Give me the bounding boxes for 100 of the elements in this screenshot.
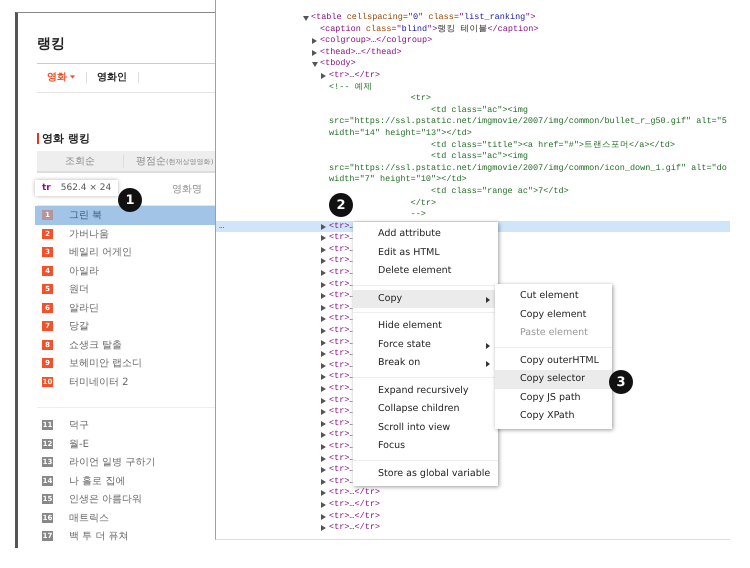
- movie-title[interactable]: 알라딘: [69, 300, 99, 315]
- submenu-arrow-icon: [486, 296, 490, 302]
- movie-title[interactable]: 월-E: [69, 436, 89, 451]
- menu-item[interactable]: Cut element: [495, 287, 612, 306]
- expand-triangle-icon[interactable]: [321, 235, 326, 242]
- code-comment: -->: [410, 209, 426, 220]
- code-comment: <td class="range ac">7</td>: [431, 186, 569, 196]
- movie-title[interactable]: 라이언 일병 구하기: [69, 455, 156, 470]
- expand-triangle-icon[interactable]: [312, 62, 318, 68]
- expand-triangle-icon[interactable]: [321, 304, 326, 311]
- expand-triangle-icon[interactable]: [321, 467, 326, 474]
- expand-triangle-icon[interactable]: [321, 420, 326, 427]
- more-dots[interactable]: …: [219, 220, 224, 232]
- menu-item[interactable]: Force state: [353, 336, 498, 354]
- code-comment: <td class="ac"><img: [431, 151, 528, 162]
- menu-item[interactable]: Copy: [353, 290, 498, 308]
- column-header: 영화명: [172, 183, 202, 196]
- expand-triangle-icon[interactable]: [321, 293, 326, 300]
- expand-triangle-icon[interactable]: [321, 374, 326, 380]
- movie-title[interactable]: 백 투 더 퓨쳐: [69, 529, 129, 544]
- code-line: <tr>…</tr>: [329, 510, 380, 521]
- expand-triangle-icon[interactable]: [321, 224, 326, 230]
- menu-item[interactable]: Scroll into view: [353, 418, 498, 437]
- category-tab[interactable]: 영화: [37, 70, 78, 84]
- expand-triangle-icon[interactable]: [312, 38, 317, 44]
- expand-triangle-icon[interactable]: [321, 456, 326, 462]
- menu-item[interactable]: Focus: [353, 437, 498, 456]
- section-title: 영화 랭킹: [42, 131, 90, 146]
- movie-title[interactable]: 베일리 어게인: [69, 245, 132, 260]
- menu-item[interactable]: Expand recursively: [353, 382, 498, 400]
- code-comment: width="14" height="13"></td>: [329, 128, 472, 138]
- code-line: <tr>…</tr>: [329, 522, 380, 532]
- expand-triangle-icon[interactable]: [321, 514, 326, 520]
- movie-title[interactable]: 쇼생크 탈출: [69, 338, 122, 352]
- movie-title[interactable]: 아일라: [69, 264, 99, 278]
- code-comment: <td class="title"><a href="#">트랜스포머</a></td>: [431, 140, 675, 150]
- code-comment: width="7" height="10"></td>: [329, 174, 467, 184]
- movie-title[interactable]: 보헤미안 랩소디: [69, 356, 142, 370]
- code-line: <tr>…</tr>: [329, 498, 380, 509]
- submenu-arrow-icon: [486, 361, 490, 367]
- page-title: 랭킹: [37, 35, 65, 53]
- code-line: <caption class="blind">랭킹 테이블</caption>: [320, 24, 538, 34]
- expand-triangle-icon[interactable]: [321, 409, 326, 416]
- expand-triangle-icon[interactable]: [321, 270, 326, 276]
- movie-title[interactable]: 덕구: [69, 418, 89, 432]
- expand-triangle-icon[interactable]: [321, 386, 326, 392]
- expand-triangle-icon[interactable]: [321, 432, 326, 438]
- step-number-badge: 2: [329, 193, 353, 217]
- menu-item[interactable]: Copy XPath: [495, 407, 612, 426]
- expand-triangle-icon[interactable]: [321, 362, 326, 369]
- movie-title[interactable]: 터미네이터 2: [69, 374, 129, 389]
- code-comment: <td class="ac"><img: [431, 104, 528, 115]
- expand-triangle-icon[interactable]: [321, 328, 326, 334]
- code-line: <tr>…</tr>: [329, 487, 380, 498]
- sort-tab[interactable]: 조회순: [37, 154, 124, 168]
- menu-item[interactable]: Collapse children: [353, 400, 498, 418]
- category-tab[interactable]: 영화인: [87, 70, 130, 84]
- movie-title[interactable]: 인생은 아름다워: [69, 492, 142, 506]
- expand-triangle-icon[interactable]: [321, 444, 326, 450]
- movie-title[interactable]: 매트릭스: [69, 510, 109, 525]
- menu-item[interactable]: Add attribute: [353, 225, 498, 244]
- expand-triangle-icon[interactable]: [321, 502, 326, 508]
- element-tooltip: tr 562.4 × 24: [35, 180, 118, 196]
- movie-title[interactable]: 그린 북: [69, 208, 102, 222]
- menu-item[interactable]: Copy JS path: [495, 388, 612, 407]
- code-comment: <!-- 예제: [329, 82, 373, 92]
- expand-triangle-icon[interactable]: [321, 246, 326, 253]
- expand-triangle-icon[interactable]: [321, 72, 326, 79]
- menu-item[interactable]: Hide element: [353, 317, 498, 336]
- movie-title[interactable]: 나 홀로 집에: [69, 474, 126, 488]
- code-comment: src="https://ssl.pstatic.net/imgmovie/2007/img/common/bullet_r_g50.gif" alt="5: [329, 116, 727, 126]
- code-line: <colgroup>…</colgroup>: [320, 35, 432, 46]
- step-number-badge: 3: [609, 370, 633, 394]
- movie-title[interactable]: 원더: [69, 282, 89, 296]
- code-line: <table cellspacing="0" class="list_ranking">: [311, 12, 536, 22]
- movie-title[interactable]: 가버나움: [69, 226, 109, 241]
- menu-item[interactable]: Edit as HTML: [353, 244, 498, 262]
- code-line: <tr>…</tr>: [329, 70, 380, 80]
- expand-triangle-icon[interactable]: [321, 525, 326, 532]
- step-number-badge: 1: [118, 188, 142, 212]
- expand-triangle-icon[interactable]: [312, 50, 317, 56]
- expand-triangle-icon[interactable]: [321, 490, 326, 496]
- menu-item[interactable]: Copy outerHTML: [495, 352, 612, 370]
- code-comment: src="https://ssl.pstatic.net/imgmovie/2007/img/common/icon_down_1.gif" alt="do: [329, 162, 727, 173]
- expand-triangle-icon[interactable]: [321, 316, 326, 322]
- expand-triangle-icon[interactable]: [321, 258, 326, 264]
- code-line: <thead>…</thead>: [320, 46, 402, 57]
- menu-item[interactable]: Copy selector: [495, 370, 612, 388]
- expand-triangle-icon[interactable]: [321, 398, 326, 404]
- expand-triangle-icon[interactable]: [321, 282, 326, 288]
- expand-triangle-icon[interactable]: [303, 16, 309, 21]
- movie-title[interactable]: 당갈: [69, 319, 89, 334]
- code-comment: </tr>: [410, 198, 436, 208]
- expand-triangle-icon[interactable]: [321, 478, 326, 485]
- menu-item[interactable]: Break on: [353, 354, 498, 372]
- menu-item[interactable]: Copy element: [495, 306, 612, 324]
- menu-item[interactable]: Store as global variable: [353, 464, 498, 483]
- menu-item[interactable]: Delete element: [353, 262, 498, 280]
- expand-triangle-icon[interactable]: [321, 340, 326, 346]
- expand-triangle-icon[interactable]: [321, 351, 326, 358]
